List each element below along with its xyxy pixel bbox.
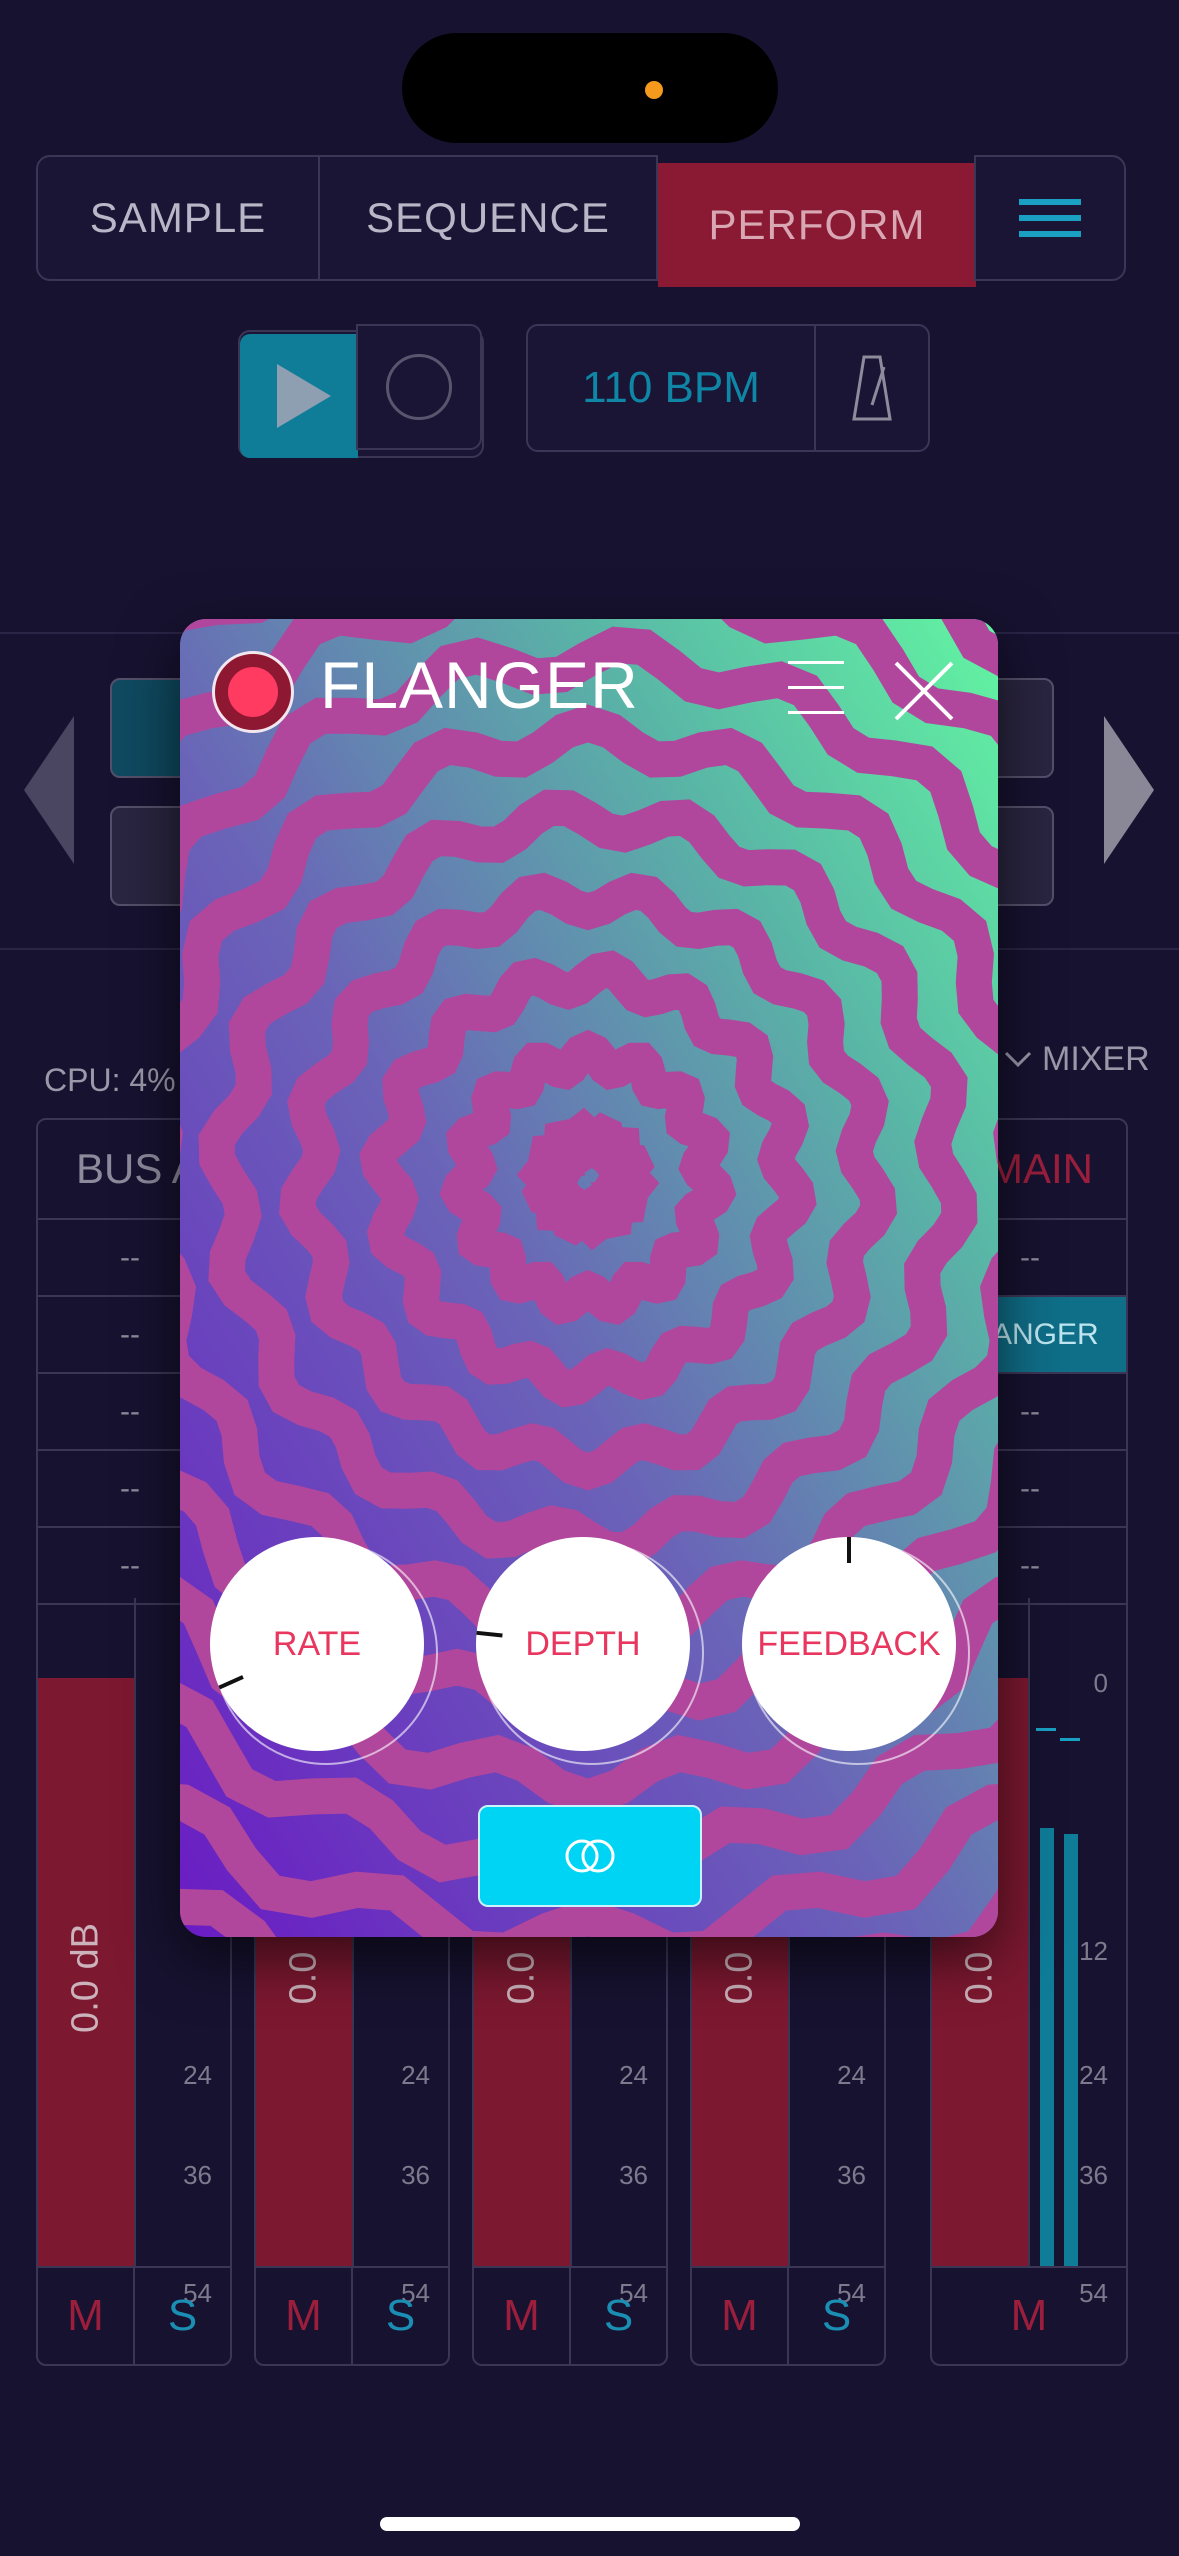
fader-db-label: 0.0 <box>958 1951 1001 2005</box>
tab-perform[interactable]: PERFORM <box>658 163 976 287</box>
fader-db-label: 0.0 dB <box>64 1923 107 2033</box>
close-icon[interactable] <box>892 659 956 723</box>
meter-scale-label: 24 <box>401 2060 430 2090</box>
menu-line <box>788 686 844 689</box>
play-button[interactable] <box>240 334 358 458</box>
metronome-icon <box>852 355 892 421</box>
meter-scale-label: 24 <box>1079 2060 1108 2090</box>
mute-button[interactable]: M <box>256 2268 353 2364</box>
meter-scale-label: 36 <box>1079 2160 1108 2190</box>
fader-db-label: 0.0 <box>282 1951 325 2005</box>
solo-button[interactable]: S <box>353 2268 448 2364</box>
solo-button[interactable]: S <box>789 2268 884 2364</box>
mute-row: M <box>932 2266 1126 2364</box>
link-button[interactable] <box>478 1805 702 1907</box>
effect-menu-button[interactable] <box>788 661 844 717</box>
mute-button[interactable]: M <box>474 2268 571 2364</box>
next-page-arrow[interactable] <box>1104 716 1154 864</box>
power-icon <box>228 667 278 717</box>
menu-line <box>788 711 844 714</box>
level-meter-left <box>1040 1828 1054 2266</box>
hamburger-icon <box>1019 189 1081 247</box>
peak-marker <box>1036 1728 1056 1731</box>
privacy-indicator <box>645 81 663 99</box>
depth-label: DEPTH <box>525 1624 641 1663</box>
tab-sample-label: SAMPLE <box>89 194 267 241</box>
peak-marker <box>1060 1738 1080 1741</box>
meter-scale-label: 36 <box>837 2160 866 2190</box>
effect-title: FLANGER <box>320 648 639 722</box>
mute-button[interactable]: M <box>692 2268 789 2364</box>
mute-solo-row: M S <box>256 2266 448 2364</box>
tempo-button[interactable]: 110 BPM <box>526 324 816 452</box>
rate-knob[interactable]: RATE <box>210 1537 438 1765</box>
chevron-down-icon <box>1004 1051 1032 1067</box>
mute-solo-row: M S <box>38 2266 230 2364</box>
dynamic-island <box>402 33 778 143</box>
fader-divider <box>1028 1598 1030 2266</box>
menu-button[interactable] <box>974 155 1126 281</box>
tab-perform-label: PERFORM <box>708 201 926 248</box>
menu-line <box>788 661 844 664</box>
solo-button[interactable]: S <box>571 2268 666 2364</box>
flanger-effect-panel: FLANGER RATE DEPTH FEEDBACK <box>180 619 998 1937</box>
cpu-usage: CPU: 4% <box>44 1062 176 1098</box>
depth-knob[interactable]: DEPTH <box>476 1537 704 1765</box>
record-button[interactable] <box>356 324 482 450</box>
feedback-label: FEEDBACK <box>757 1624 941 1663</box>
fader-divider <box>134 1598 136 2266</box>
meter-scale-label: 36 <box>401 2160 430 2190</box>
mute-solo-row: M S <box>474 2266 666 2364</box>
tab-sequence-label: SEQUENCE <box>366 194 610 241</box>
record-icon <box>386 354 452 420</box>
previous-page-arrow[interactable] <box>24 716 74 864</box>
metronome-button[interactable] <box>814 324 930 452</box>
mute-button[interactable]: M <box>38 2268 135 2364</box>
knob-face: RATE <box>210 1537 424 1751</box>
knob-face: FEEDBACK <box>742 1537 956 1751</box>
meter-scale-label: 12 <box>1079 1936 1108 1966</box>
feedback-knob[interactable]: FEEDBACK <box>742 1537 970 1765</box>
mixer-toggle[interactable]: MIXER <box>1004 1040 1150 1079</box>
level-meter-right <box>1064 1834 1078 2266</box>
tab-sample[interactable]: SAMPLE <box>36 155 320 281</box>
link-rings-icon <box>565 1839 615 1873</box>
home-indicator <box>380 2517 800 2531</box>
meter-scale-label: 24 <box>183 2060 212 2090</box>
mixer-label: MIXER <box>1042 1040 1150 1078</box>
mute-solo-row: M S <box>692 2266 884 2364</box>
meter-scale-label: 36 <box>183 2160 212 2190</box>
effect-power-button[interactable] <box>212 651 294 733</box>
knob-face: DEPTH <box>476 1537 690 1751</box>
play-icon <box>277 364 331 428</box>
knob-indicator <box>847 1537 851 1563</box>
fader-db-label: 0.0 <box>718 1951 761 2005</box>
rate-label: RATE <box>272 1624 362 1663</box>
meter-scale-label: 0 <box>1093 1668 1108 1698</box>
mute-button[interactable]: M <box>932 2268 1126 2364</box>
meter-scale-label: 36 <box>619 2160 648 2190</box>
bpm-value: 110 BPM <box>582 363 760 412</box>
solo-button[interactable]: S <box>135 2268 230 2364</box>
tab-sequence[interactable]: SEQUENCE <box>318 155 658 281</box>
meter-scale-label: 24 <box>837 2060 866 2090</box>
meter-scale-label: 24 <box>619 2060 648 2090</box>
fader-db-label: 0.0 <box>500 1951 543 2005</box>
